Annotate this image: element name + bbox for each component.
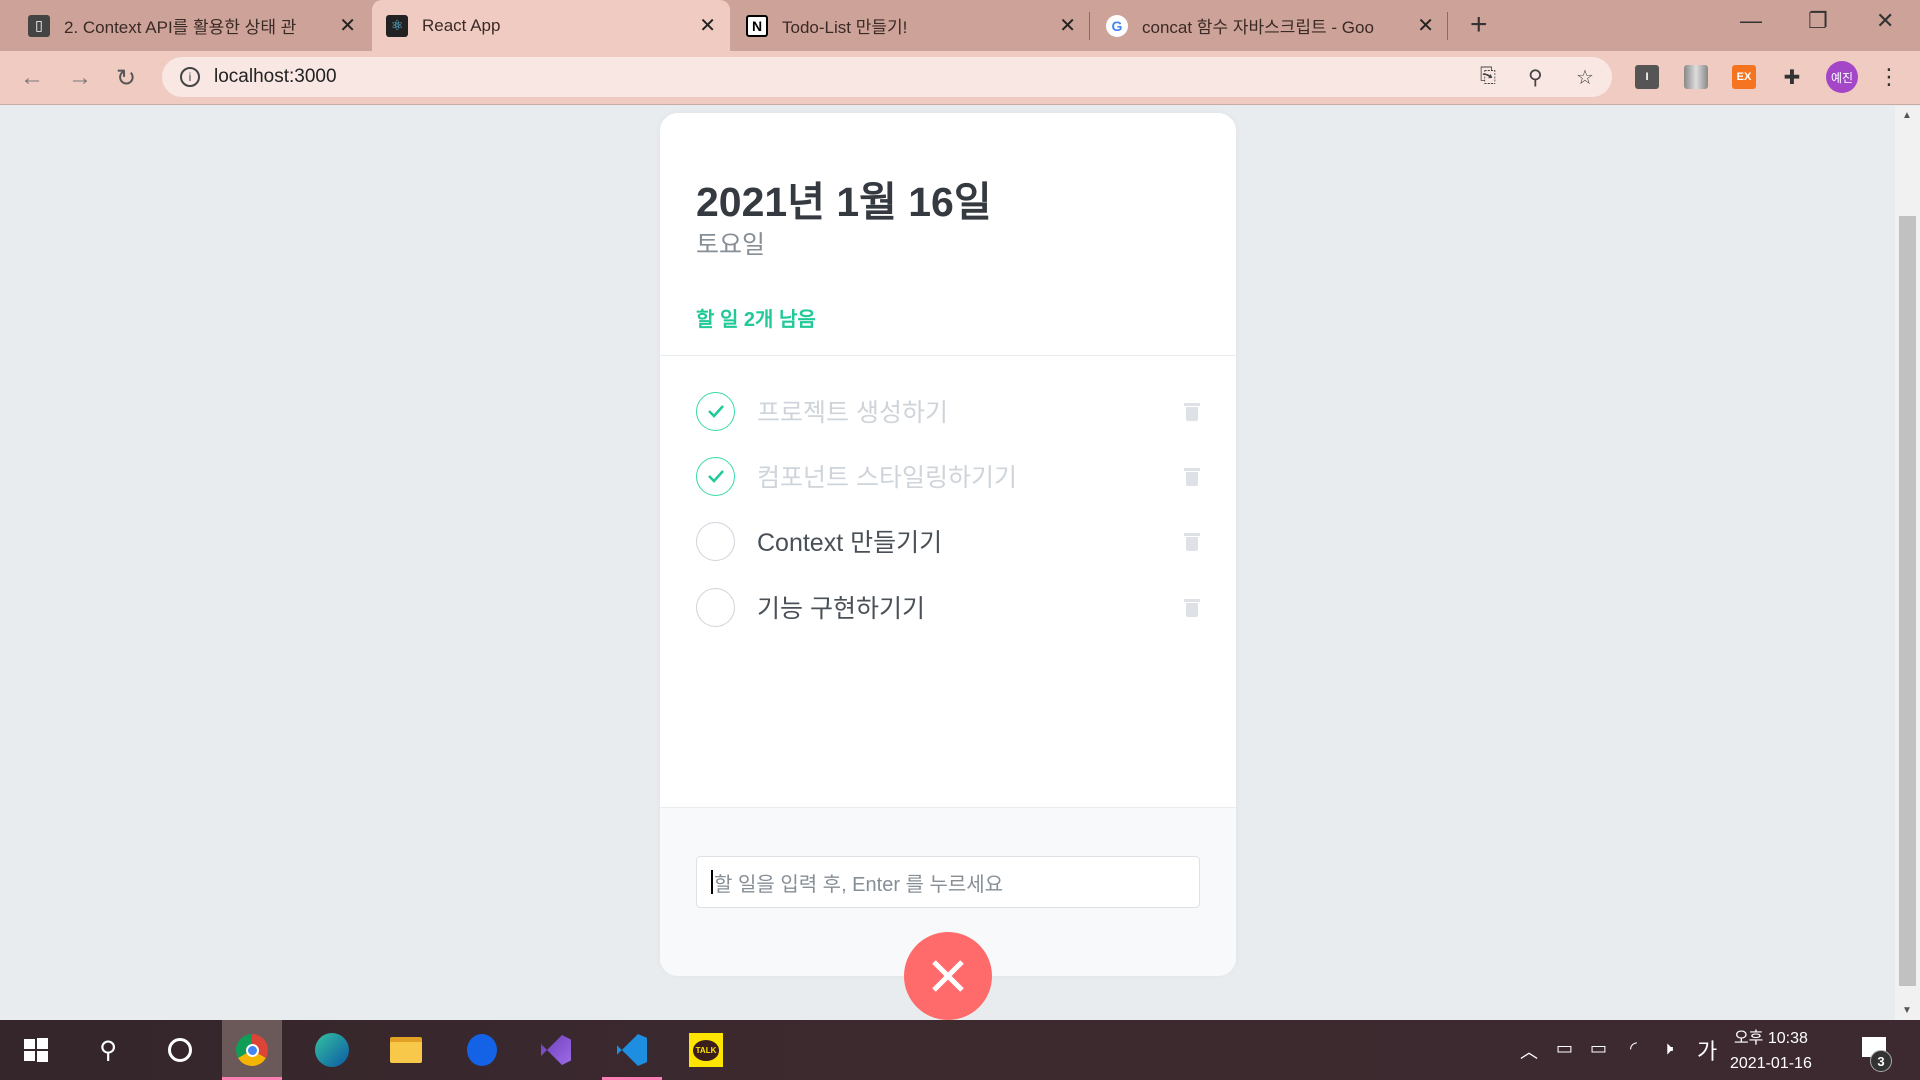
scrollbar-thumb[interactable]: [1899, 216, 1916, 986]
close-tab-icon[interactable]: ✕: [1059, 13, 1076, 38]
input-placeholder: 할 일을 입력 후, Enter 를 누르세요: [714, 873, 1004, 896]
taskbar: ⚲ TALK ︿ ▭ ▭ ◜ 🕨 가 오후 10:38 2021-01-16 3: [0, 1020, 1920, 1080]
google-icon: G: [1106, 14, 1128, 37]
battery-icon[interactable]: ▭: [1590, 1038, 1607, 1059]
address-bar[interactable]: i localhost:3000 ⎘ ⚲ ☆: [162, 57, 1612, 97]
check-circle[interactable]: [696, 456, 735, 496]
tab-context-api[interactable]: ▯ 2. Context API를 활용한 상태 관 ✕: [14, 0, 370, 51]
todo-item: 컴포넌트 스타일링하기기: [696, 451, 1200, 501]
check-icon: [707, 470, 724, 483]
restore-button[interactable]: ❐: [1808, 8, 1828, 34]
vscode-icon: [617, 1034, 647, 1066]
taskbar-file-explorer[interactable]: [376, 1020, 436, 1080]
windows-icon: [24, 1038, 48, 1062]
close-tab-icon[interactable]: ✕: [1417, 13, 1434, 38]
check-circle[interactable]: [696, 521, 735, 561]
extension-ex-icon[interactable]: EX: [1732, 65, 1756, 89]
day-of-week: 토요일: [696, 231, 766, 259]
close-icon: [932, 960, 964, 992]
taskbar-maps[interactable]: [452, 1020, 512, 1080]
ime-indicator[interactable]: 가: [1697, 1034, 1717, 1066]
tab-react-app[interactable]: ⚛ React App ✕: [372, 0, 730, 51]
tab-divider: [1089, 12, 1090, 40]
browser-toolbar: ← → ↻ i localhost:3000 ⎘ ⚲ ☆ I EX ✚ 예진 ⋮: [0, 51, 1920, 105]
edge-icon: [315, 1033, 349, 1067]
date-title: 2021년 1월 16일: [696, 179, 992, 225]
cortana-icon: [168, 1038, 192, 1062]
todo-template: 2021년 1월 16일 토요일 할 일 2개 남음 프로젝트 생성하기 컴포넌…: [660, 113, 1236, 976]
extensions-puzzle-icon[interactable]: ✚: [1780, 65, 1804, 89]
todo-item: 프로젝트 생성하기: [696, 386, 1200, 436]
tab-divider: [1447, 12, 1448, 40]
todo-input[interactable]: 할 일을 입력 후, Enter 를 누르세요: [696, 856, 1200, 908]
extension-i-icon[interactable]: I: [1635, 65, 1659, 89]
book-icon: ▯: [28, 14, 50, 37]
taskbar-visual-studio[interactable]: [526, 1020, 586, 1080]
visual-studio-icon: [541, 1035, 571, 1065]
tab-todo-list[interactable]: N Todo-List 만들기! ✕: [732, 0, 1090, 51]
scroll-down-icon[interactable]: ▼: [1902, 1005, 1912, 1016]
new-tab-button[interactable]: +: [1470, 8, 1488, 42]
folder-icon: [390, 1037, 422, 1063]
map-pin-icon: [467, 1034, 497, 1066]
trash-icon[interactable]: [1184, 597, 1200, 617]
text-caret: [711, 870, 713, 894]
chrome-icon: [236, 1034, 268, 1066]
taskbar-kakaotalk[interactable]: TALK: [676, 1020, 736, 1080]
zoom-icon[interactable]: ⚲: [1528, 65, 1543, 90]
translate-icon[interactable]: ⎘: [1480, 65, 1496, 88]
close-insert-button[interactable]: [904, 932, 992, 1020]
back-button[interactable]: ←: [20, 64, 44, 92]
close-tab-icon[interactable]: ✕: [699, 13, 716, 38]
trash-icon[interactable]: [1184, 531, 1200, 551]
cortana-button[interactable]: [150, 1020, 210, 1080]
menu-kebab-icon[interactable]: ⋮: [1878, 64, 1900, 90]
taskbar-chrome[interactable]: [222, 1020, 282, 1080]
wifi-icon[interactable]: ◜: [1630, 1038, 1637, 1059]
trash-icon[interactable]: [1184, 466, 1200, 486]
search-icon: ⚲: [99, 1036, 117, 1064]
tab-strip: ▯ 2. Context API를 활용한 상태 관 ✕ ⚛ React App…: [0, 0, 1920, 51]
notion-icon: N: [746, 14, 768, 37]
close-window-button[interactable]: ✕: [1876, 8, 1894, 34]
clock[interactable]: 오후 10:38 2021-01-16: [1730, 1026, 1812, 1076]
profile-avatar[interactable]: 예진: [1826, 61, 1858, 93]
trash-icon[interactable]: [1184, 401, 1200, 421]
bookmark-star-icon[interactable]: ☆: [1576, 65, 1594, 90]
check-circle[interactable]: [696, 587, 735, 627]
forward-button[interactable]: →: [68, 64, 92, 92]
react-icon: ⚛: [386, 14, 408, 37]
check-icon: [707, 405, 724, 418]
reload-button[interactable]: ↻: [116, 64, 136, 93]
start-button[interactable]: [6, 1020, 66, 1080]
scroll-up-icon[interactable]: ▲: [1902, 110, 1912, 121]
scrollbar[interactable]: ▲ ▼: [1895, 106, 1920, 1020]
taskbar-vscode[interactable]: [602, 1020, 662, 1080]
search-button[interactable]: ⚲: [78, 1020, 138, 1080]
extension-barcode-icon[interactable]: [1684, 65, 1708, 89]
taskbar-edge[interactable]: [302, 1020, 362, 1080]
volume-icon[interactable]: 🕨: [1662, 1038, 1673, 1059]
todo-item: 기능 구현하기기: [696, 582, 1200, 632]
minimize-button[interactable]: —: [1740, 8, 1762, 34]
notification-count-badge: 3: [1870, 1050, 1892, 1072]
tab-concat[interactable]: G concat 함수 자바스크립트 - Goo ✕: [1092, 0, 1448, 51]
info-icon[interactable]: i: [180, 67, 200, 87]
kakaotalk-icon: TALK: [689, 1033, 723, 1067]
show-hidden-icons[interactable]: ︿: [1520, 1038, 1538, 1064]
close-tab-icon[interactable]: ✕: [339, 13, 356, 38]
tasks-left: 할 일 2개 남음: [696, 309, 816, 331]
check-circle[interactable]: [696, 391, 735, 431]
camera-icon[interactable]: ▭: [1556, 1038, 1573, 1059]
todo-item: Context 만들기기: [696, 516, 1200, 566]
todo-head: 2021년 1월 16일 토요일 할 일 2개 남음: [660, 113, 1236, 356]
